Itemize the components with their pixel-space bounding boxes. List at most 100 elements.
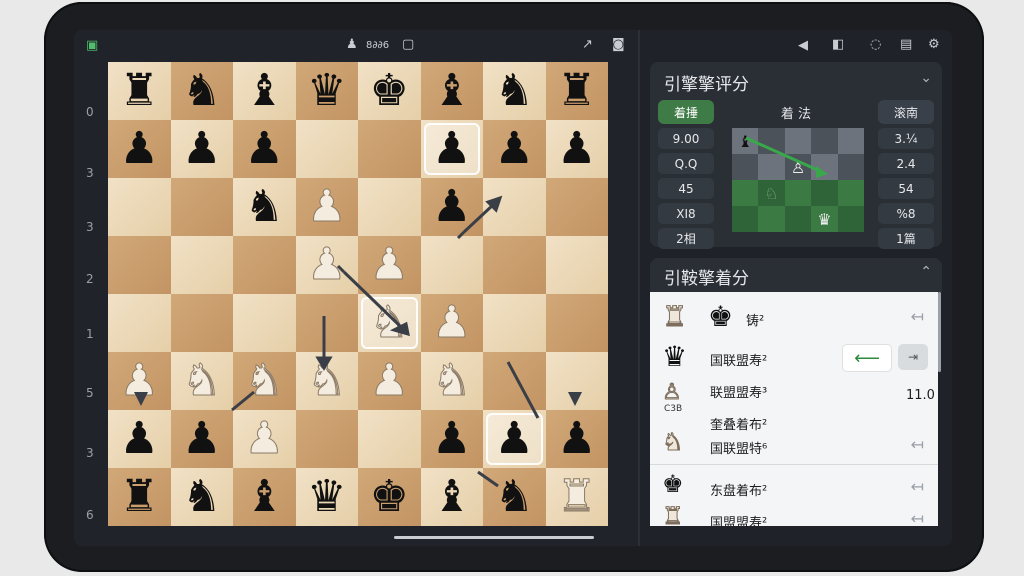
back-icon[interactable]: ◀ bbox=[798, 38, 808, 54]
white-pawn-piece[interactable]: ♟ bbox=[369, 358, 409, 403]
board-square[interactable]: ♝ bbox=[233, 62, 296, 120]
chevron-up-icon[interactable]: ⌃ bbox=[920, 264, 932, 280]
black-pawn-piece[interactable]: ♟ bbox=[120, 127, 159, 171]
board-square[interactable]: ♟ bbox=[170, 410, 233, 468]
black-bishop-piece[interactable]: ♝ bbox=[245, 69, 284, 113]
board-square[interactable]: ♟ bbox=[108, 120, 171, 178]
black-pawn-piece[interactable]: ♟ bbox=[432, 417, 471, 461]
black-pawn-piece[interactable]: ♟ bbox=[432, 185, 471, 229]
list-item[interactable]: ♜ 国盟盟寿² ↤ bbox=[650, 500, 938, 527]
white-knight-piece[interactable]: ♞ bbox=[182, 358, 222, 403]
screen-icon[interactable]: ▢ bbox=[402, 37, 414, 53]
black-pawn-piece[interactable]: ♟ bbox=[557, 127, 596, 171]
white-rook-piece[interactable]: ♜ bbox=[557, 474, 597, 519]
white-knight-piece[interactable]: ♞ bbox=[244, 358, 284, 403]
board-square[interactable] bbox=[295, 410, 358, 468]
scrollbar[interactable] bbox=[938, 292, 941, 372]
white-knight-piece[interactable]: ♞ bbox=[307, 358, 347, 403]
board-square[interactable] bbox=[483, 352, 546, 410]
board-square[interactable]: ♟ bbox=[420, 410, 483, 468]
board-square[interactable]: ♞ bbox=[483, 468, 546, 526]
board-square[interactable]: ♞ bbox=[420, 352, 483, 410]
black-pawn-piece[interactable]: ♟ bbox=[120, 417, 159, 461]
camera-icon[interactable]: ◙ bbox=[612, 37, 625, 53]
board-square[interactable] bbox=[170, 294, 233, 352]
board-square[interactable]: ♞ bbox=[233, 178, 296, 236]
chess-board[interactable]: ♜ ♞ ♝ ♛ ♚ ♝ ♞ ♜ ♟ ♟ ♟ ♟ ♟ ♟ ♞ ♟ ♟ ♟ ♟ ♞ ♟ ♟ ♞ ♞ ♞ ♟ ♞ ♟ ♟ ♟ ♟ ♟ ♟ ♜ ♞ ♝ ♛ ♚ ♝ ♞… bbox=[108, 62, 608, 526]
app-logo-icon[interactable]: ▣ bbox=[86, 38, 98, 54]
board-square[interactable] bbox=[108, 294, 171, 352]
board-square[interactable]: ♟ bbox=[420, 294, 483, 352]
return-icon[interactable]: ↤ bbox=[911, 509, 924, 526]
board-square[interactable]: ♞ bbox=[295, 352, 358, 410]
black-pawn-piece[interactable]: ♟ bbox=[182, 127, 221, 171]
board-square[interactable] bbox=[483, 236, 546, 294]
black-bishop-piece[interactable]: ♝ bbox=[432, 475, 471, 519]
board-square[interactable]: ♟ bbox=[233, 410, 296, 468]
board-square[interactable] bbox=[420, 236, 483, 294]
board-square[interactable]: ♟ bbox=[170, 120, 233, 178]
white-pawn-piece[interactable]: ♟ bbox=[307, 184, 347, 229]
comment-icon[interactable]: ◌ bbox=[870, 37, 881, 53]
board-square[interactable]: ♟ bbox=[295, 178, 358, 236]
board-square[interactable] bbox=[358, 410, 421, 468]
board-square[interactable]: ♞ bbox=[358, 294, 421, 352]
return-icon[interactable]: ↤ bbox=[911, 477, 924, 496]
board-square[interactable]: ♟ bbox=[420, 178, 483, 236]
board-square[interactable]: ♜ bbox=[545, 468, 608, 526]
board-square[interactable]: ♟ bbox=[358, 352, 421, 410]
board-square[interactable]: ♞ bbox=[170, 468, 233, 526]
black-pawn-piece[interactable]: ♟ bbox=[182, 417, 221, 461]
board-square[interactable] bbox=[295, 120, 358, 178]
black-knight-piece[interactable]: ♞ bbox=[495, 475, 534, 519]
chevron-down-icon[interactable]: ⌄ bbox=[920, 70, 932, 86]
board-square[interactable] bbox=[295, 294, 358, 352]
white-pawn-piece[interactable]: ♟ bbox=[307, 242, 347, 287]
board-square[interactable]: ♟ bbox=[483, 410, 546, 468]
white-pawn-piece[interactable]: ♟ bbox=[244, 416, 284, 461]
white-pawn-piece[interactable]: ♟ bbox=[119, 358, 159, 403]
black-knight-piece[interactable]: ♞ bbox=[245, 185, 284, 229]
board-square[interactable]: ♞ bbox=[170, 352, 233, 410]
black-pawn-piece[interactable]: ♟ bbox=[495, 417, 534, 461]
black-king-piece[interactable]: ♚ bbox=[370, 475, 409, 519]
board-square[interactable]: ♛ bbox=[295, 468, 358, 526]
moves-list[interactable]: ♜ ♚ 铸² ↤ ♛ 国联盟寿² ⟵ ⇥ ♙ C3B 联盟盟寿³ 11.0 奎叠… bbox=[650, 292, 938, 526]
settings-icon[interactable]: ⚙ bbox=[928, 37, 940, 53]
board-square[interactable] bbox=[358, 178, 421, 236]
board-square[interactable] bbox=[170, 236, 233, 294]
black-knight-piece[interactable]: ♞ bbox=[182, 69, 221, 113]
return-icon[interactable]: ↤ bbox=[911, 307, 924, 326]
return-icon[interactable]: ↤ bbox=[911, 435, 924, 454]
board-square[interactable] bbox=[545, 178, 608, 236]
list-item[interactable]: ♜ ♚ 铸² ↤ bbox=[650, 298, 938, 336]
board-square[interactable]: ♝ bbox=[233, 468, 296, 526]
toggle-icon[interactable]: ◧ bbox=[832, 37, 844, 53]
board-square[interactable]: ♜ bbox=[108, 62, 171, 120]
black-rook-piece[interactable]: ♜ bbox=[557, 69, 596, 113]
list-item[interactable]: ♛ 国联盟寿² ⟵ ⇥ bbox=[650, 338, 938, 376]
black-knight-piece[interactable]: ♞ bbox=[495, 69, 534, 113]
tab-left[interactable]: 着捶 bbox=[658, 100, 714, 124]
board-square[interactable] bbox=[545, 294, 608, 352]
white-knight-piece[interactable]: ♞ bbox=[369, 300, 409, 345]
black-bishop-piece[interactable]: ♝ bbox=[432, 69, 471, 113]
black-queen-piece[interactable]: ♛ bbox=[307, 69, 346, 113]
black-pawn-piece[interactable]: ♟ bbox=[495, 127, 534, 171]
board-square[interactable]: ♟ bbox=[545, 120, 608, 178]
board-square[interactable]: ♚ bbox=[358, 62, 421, 120]
black-pawn-piece[interactable]: ♟ bbox=[557, 417, 596, 461]
white-pawn-piece[interactable]: ♟ bbox=[369, 242, 409, 287]
white-knight-piece[interactable]: ♞ bbox=[432, 358, 472, 403]
board-square[interactable]: ♟ bbox=[233, 120, 296, 178]
board-square[interactable] bbox=[358, 120, 421, 178]
expand-icon[interactable]: ↗ bbox=[582, 37, 593, 53]
board-square[interactable] bbox=[108, 178, 171, 236]
black-bishop-piece[interactable]: ♝ bbox=[245, 475, 284, 519]
board-square[interactable]: ♚ bbox=[358, 468, 421, 526]
board-square[interactable]: ♝ bbox=[420, 62, 483, 120]
board-square[interactable]: ♝ bbox=[420, 468, 483, 526]
board-square[interactable]: ♜ bbox=[545, 62, 608, 120]
print-icon[interactable]: ▤ bbox=[900, 37, 912, 53]
black-king-piece[interactable]: ♚ bbox=[370, 69, 409, 113]
